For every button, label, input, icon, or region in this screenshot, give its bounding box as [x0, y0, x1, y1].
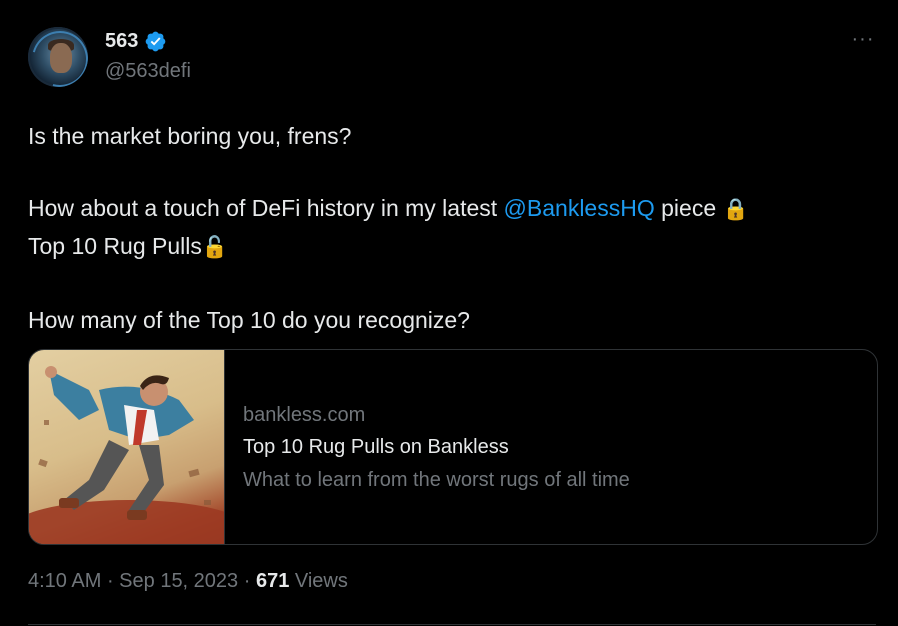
- verified-badge-icon[interactable]: [144, 30, 167, 53]
- link-card[interactable]: bankless.com Top 10 Rug Pulls on Bankles…: [28, 349, 878, 545]
- divider: [28, 624, 876, 625]
- mention-link[interactable]: @BanklessHQ: [504, 195, 655, 221]
- falling-man-illustration: [29, 366, 224, 544]
- tweet-line: Top 10 Rug Pulls🔓: [28, 228, 868, 266]
- tweet-time[interactable]: 4:10 AM: [28, 570, 101, 592]
- unlock-icon: 🔓: [201, 236, 229, 259]
- tweet-text-fragment: How about a touch of DeFi history in my …: [28, 195, 504, 221]
- author-name-row: 563: [105, 30, 167, 53]
- author-handle[interactable]: @563defi: [105, 60, 191, 83]
- tweet-text-fragment: piece: [654, 195, 723, 221]
- card-description: What to learn from the worst rugs of all…: [243, 469, 630, 491]
- tweet-line: How many of the Top 10 do you recognize?: [28, 307, 470, 333]
- card-domain: bankless.com: [243, 404, 366, 426]
- tweet-text-fragment: Top 10 Rug Pulls: [28, 233, 202, 259]
- tweet-line: How about a touch of DeFi history in my …: [28, 190, 868, 228]
- tweet-blank-line: [28, 266, 868, 302]
- tweet-text: Is the market boring you, frens? How abo…: [28, 118, 868, 338]
- avatar-face: [50, 43, 72, 73]
- tweet-date[interactable]: Sep 15, 2023: [119, 570, 238, 592]
- avatar[interactable]: [28, 27, 88, 87]
- tweet-blank-line: [28, 154, 868, 190]
- meta-separator: ·: [101, 570, 120, 592]
- card-title: Top 10 Rug Pulls on Bankless: [243, 436, 509, 458]
- author-name[interactable]: 563: [105, 30, 138, 53]
- views-label: Views: [289, 570, 348, 592]
- card-thumbnail: [29, 350, 225, 544]
- views-count: 671: [255, 570, 290, 592]
- meta-separator: ·: [238, 570, 256, 592]
- tweet-line: Is the market boring you, frens?: [28, 123, 352, 149]
- lock-icon: 🔒: [722, 198, 749, 221]
- tweet-meta: 4:10 AM · Sep 15, 2023 · 671 Views: [28, 570, 348, 593]
- more-horizontal-icon[interactable]: ···: [848, 29, 878, 50]
- card-body: bankless.com Top 10 Rug Pulls on Bankles…: [243, 400, 630, 496]
